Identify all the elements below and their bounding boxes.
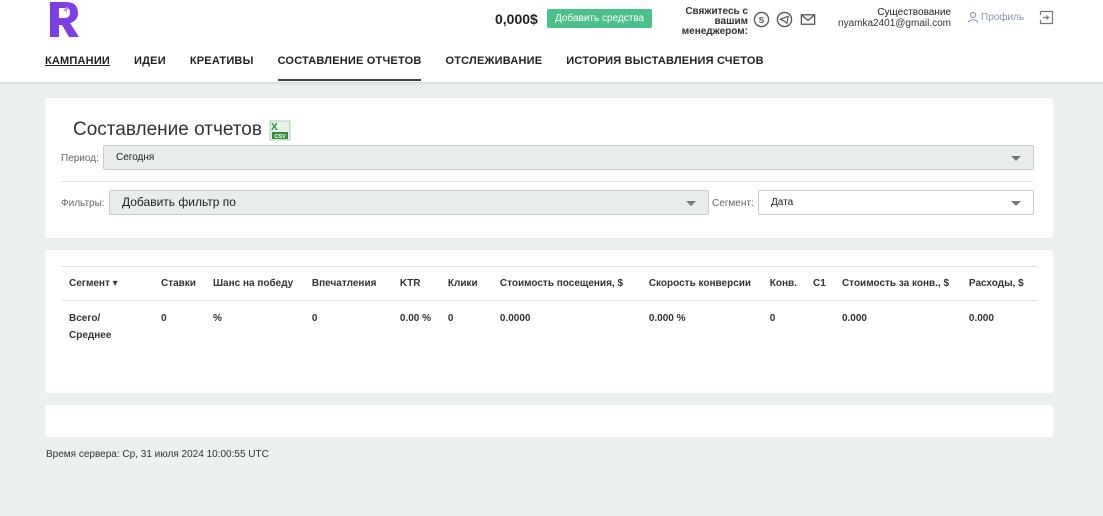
balance-amount: 0,000$ [495, 11, 538, 27]
add-filter-value: Добавить фильтр по [122, 195, 236, 209]
segment-select[interactable]: Дата [758, 190, 1034, 215]
table-cell: 0.0000 [499, 313, 531, 324]
add-funds-button[interactable]: Добавить средства [547, 9, 653, 28]
table-cell: 0.00 % [399, 313, 432, 324]
table-cell: 0.000 [841, 313, 867, 324]
column-header: C1 [812, 278, 826, 289]
report-table-card: Сегмент ▾ Ставки Шанс на победу Впечатле… [45, 250, 1053, 393]
telegram-icon[interactable] [776, 11, 793, 28]
nav-creatives[interactable]: КРЕАТИВЫ [190, 49, 254, 82]
report-settings-card: Составление отчетов X CSV Период: Сегодн… [45, 98, 1053, 238]
user-icon [967, 11, 979, 23]
contact-manager-label: Свяжитесь с вашим менеджером: [681, 6, 748, 37]
column-header: Стоимость за конв., $ [841, 278, 950, 289]
page-title-text: Составление отчетов [73, 119, 262, 140]
column-header: Впечатления [311, 278, 377, 289]
table-cell: 0 [769, 313, 776, 324]
column-header: Шанс на победу [212, 278, 294, 289]
column-header: Клики [447, 278, 478, 289]
column-header: Конв. [769, 278, 797, 289]
segment-label: Сегмент: [712, 198, 754, 209]
top-header: 0,000$ Добавить средства Свяжитесь с ваш… [0, 0, 1103, 82]
report-table: Сегмент ▾ Ставки Шанс на победу Впечатле… [61, 266, 1037, 353]
table-cell: 0 [160, 313, 167, 324]
user-email: nyamka2401@gmail.com [838, 18, 951, 29]
nav-campaigns[interactable]: КАМПАНИИ [45, 49, 110, 82]
svg-text:S: S [759, 15, 765, 25]
period-label: Период: [61, 153, 99, 164]
filters-label: Фильтры: [61, 198, 105, 209]
nav-ideas[interactable]: ИДЕИ [134, 49, 166, 82]
divider [61, 181, 1033, 182]
table-cell: 0 [311, 313, 318, 324]
table-cell [805, 301, 834, 354]
chevron-down-icon [1011, 156, 1021, 161]
period-select[interactable]: Сегодня [103, 145, 1034, 170]
server-time: Время сервера: Ср, 31 июля 2024 10:00:55… [46, 449, 269, 460]
skype-icon[interactable]: S [753, 11, 770, 28]
svg-text:CSV: CSV [274, 134, 286, 140]
user-name: Существование [877, 7, 951, 18]
profile-label: Профиль [981, 11, 1025, 23]
column-header: Ставки [160, 278, 196, 289]
user-info: Существование nyamka2401@gmail.com [828, 8, 951, 29]
column-header-segment[interactable]: Сегмент ▾ [61, 267, 153, 301]
column-header: Скорость конверсии [648, 278, 752, 289]
add-filter-select[interactable]: Добавить фильтр по [109, 190, 709, 215]
mail-icon[interactable] [799, 11, 817, 28]
page-title: Составление отчетов X CSV [73, 118, 292, 142]
table-row-total: Всего/ Среднее 0 % 0 0.00 % 0 0.0000 0.0… [61, 301, 1037, 354]
table-header-row: Сегмент ▾ Ставки Шанс на победу Впечатле… [61, 266, 1037, 301]
nav-reports[interactable]: СОСТАВЛЕНИЕ ОТЧЕТОВ [277, 49, 422, 82]
column-header: KTR [399, 278, 421, 289]
empty-card [45, 405, 1053, 437]
table-cell: % [212, 313, 222, 324]
table-cell: 0.000 % [648, 313, 686, 324]
table-cell: Всего/ Среднее [69, 313, 112, 341]
segment-value: Дата [771, 197, 794, 208]
svg-text:X: X [271, 122, 278, 133]
chevron-down-icon [686, 201, 696, 206]
column-header: Расходы, $ [968, 278, 1024, 289]
nav-billing-history[interactable]: ИСТОРИЯ ВЫСТАВЛЕНИЯ СЧЕТОВ [566, 49, 764, 82]
main-nav: КАМПАНИИ ИДЕИ КРЕАТИВЫ СОСТАВЛЕНИЕ ОТЧЕТ… [45, 49, 788, 82]
table-cell: 0.000 [968, 313, 994, 324]
logout-icon[interactable] [1039, 10, 1054, 25]
nav-tracking[interactable]: ОТСЛЕЖИВАНИЕ [445, 49, 542, 82]
chevron-down-icon [1011, 201, 1021, 206]
profile-link[interactable]: Профиль [967, 11, 1024, 23]
csv-export-icon[interactable]: X CSV [268, 118, 292, 142]
column-header: Стоимость посещения, $ [499, 278, 624, 289]
table-cell: 0 [447, 313, 454, 324]
period-value: Сегодня [116, 152, 155, 163]
logo-icon[interactable] [46, 0, 82, 38]
